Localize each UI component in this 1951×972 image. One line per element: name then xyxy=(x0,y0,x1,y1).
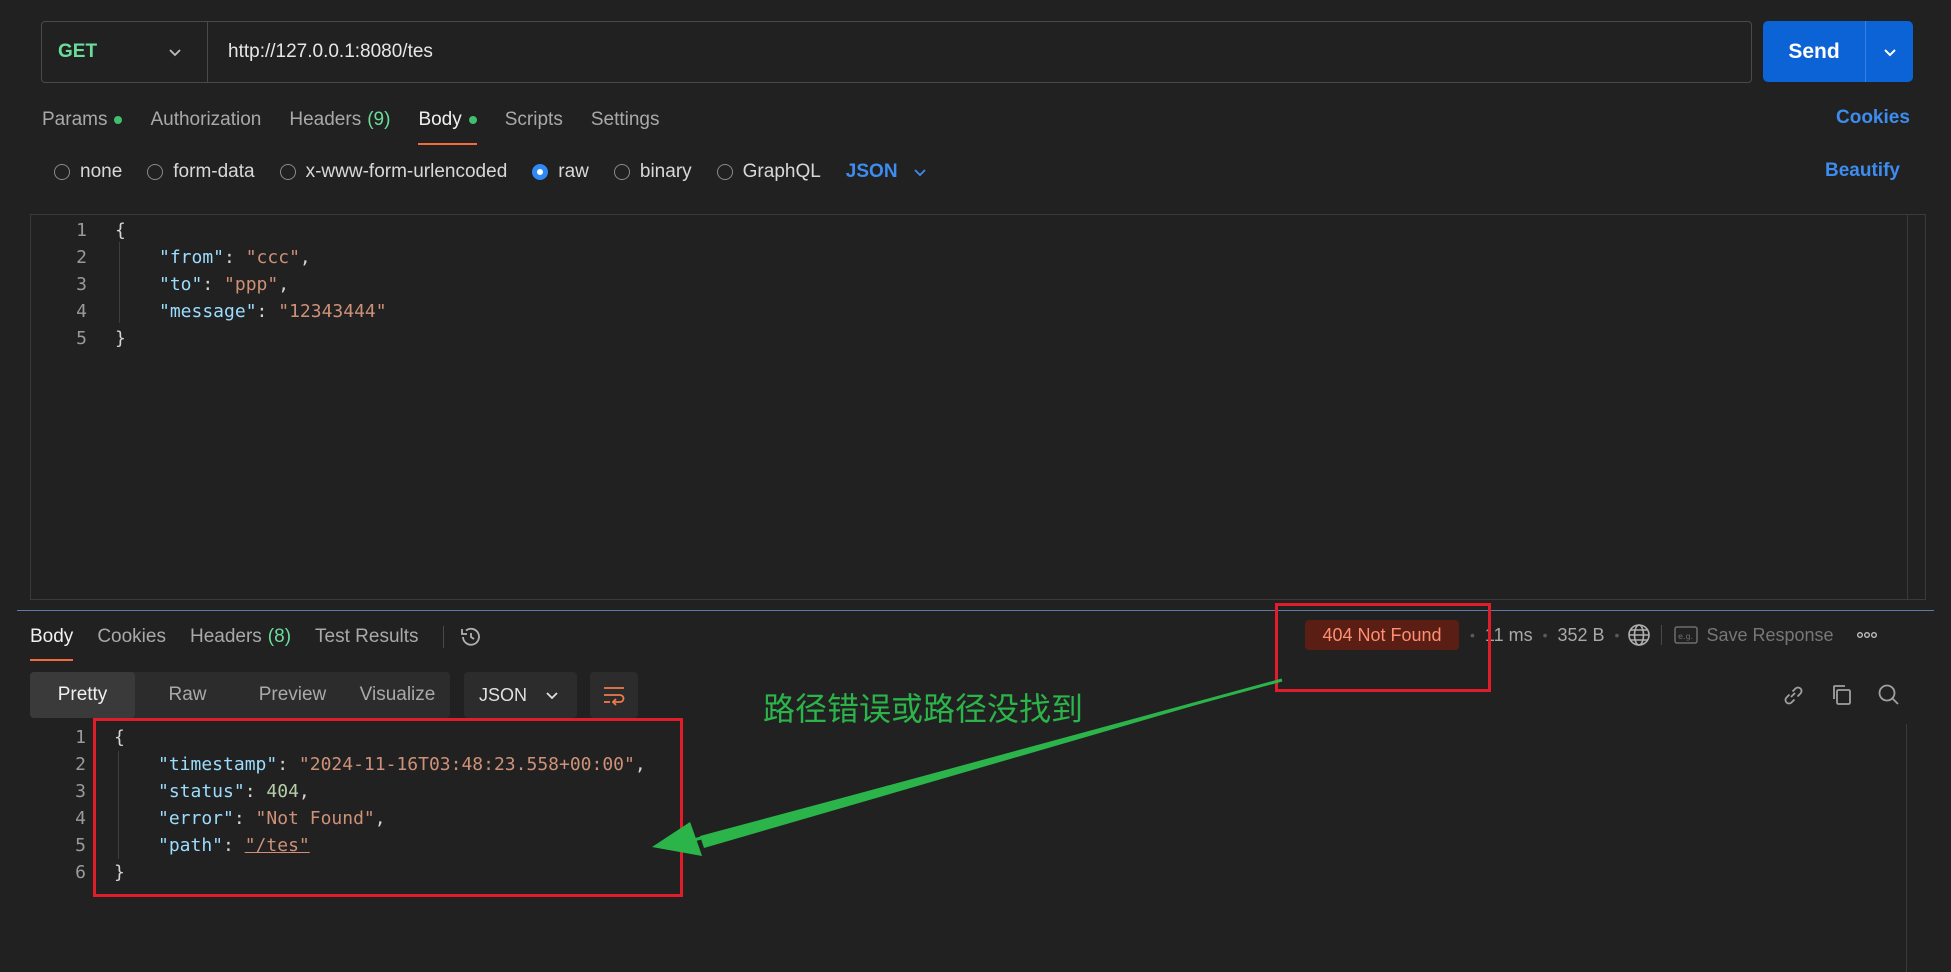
annotation-arrow-icon xyxy=(652,678,1283,856)
